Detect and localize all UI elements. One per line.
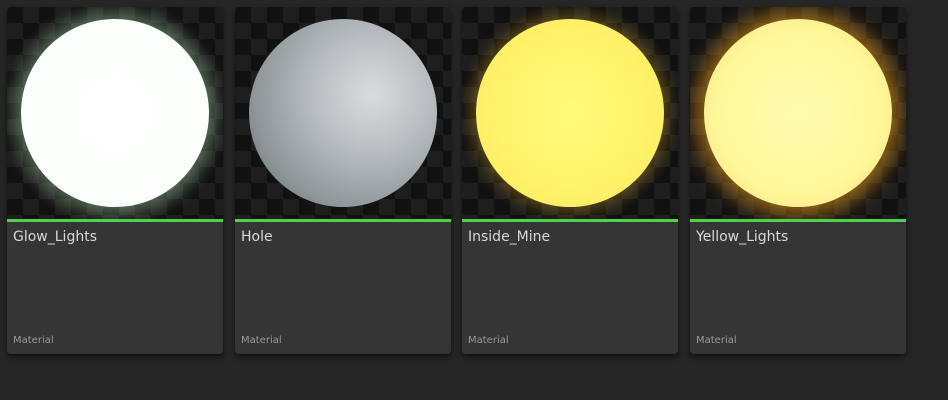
- asset-thumbnail: [462, 7, 678, 219]
- asset-name: Yellow_Lights: [696, 229, 789, 245]
- material-preview-sphere: [21, 19, 209, 207]
- asset-type-label: Material: [13, 335, 54, 346]
- asset-tile-glow-lights[interactable]: Glow_Lights Material: [7, 7, 223, 354]
- asset-type-label: Material: [241, 335, 282, 346]
- asset-tile-hole[interactable]: Hole Material: [235, 7, 451, 354]
- material-preview-sphere: [476, 19, 664, 207]
- content-browser-asset-grid: Glow_Lights Material Hole Material Insid…: [0, 0, 948, 400]
- asset-type-color-bar: [7, 219, 223, 222]
- asset-tile-yellow-lights[interactable]: Yellow_Lights Material: [690, 7, 906, 354]
- material-preview-sphere: [704, 19, 892, 207]
- asset-type-color-bar: [690, 219, 906, 222]
- asset-tile-inside-mine[interactable]: Inside_Mine Material: [462, 7, 678, 354]
- asset-thumbnail: [690, 7, 906, 219]
- asset-thumbnail: [7, 7, 223, 219]
- asset-thumbnail: [235, 7, 451, 219]
- asset-name: Inside_Mine: [468, 229, 551, 245]
- material-preview-sphere: [249, 19, 437, 207]
- asset-type-label: Material: [468, 335, 509, 346]
- asset-name: Hole: [241, 229, 273, 245]
- asset-name: Glow_Lights: [13, 229, 97, 245]
- asset-type-color-bar: [462, 219, 678, 222]
- asset-type-color-bar: [235, 219, 451, 222]
- asset-type-label: Material: [696, 335, 737, 346]
